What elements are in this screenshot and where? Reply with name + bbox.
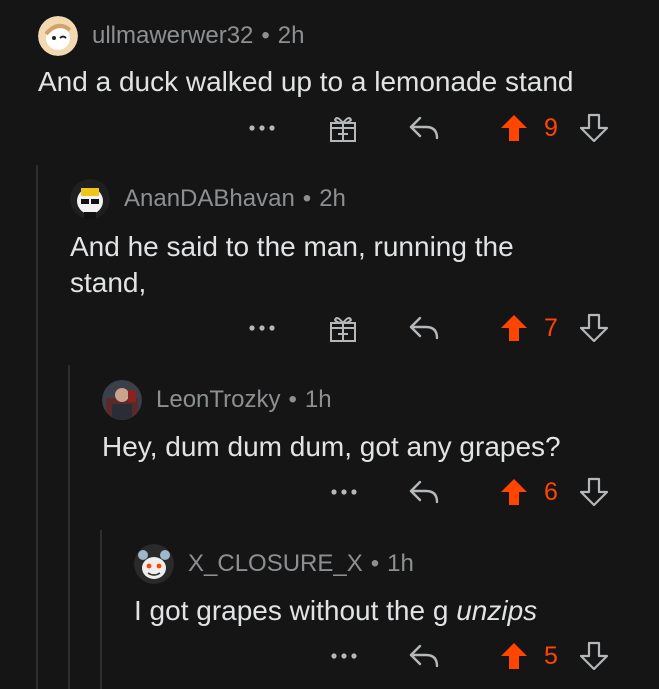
downvote-button[interactable] [578,311,610,345]
comment-meta: ullmawerwer32 • 2h [92,22,305,50]
comment-body: And he said to the man, running the stan… [70,229,570,301]
comment-actions: 9 [0,111,659,145]
downvote-icon [580,113,608,143]
avatar[interactable] [134,544,174,584]
avatar[interactable] [38,16,78,56]
upvote-button[interactable] [498,311,530,345]
timestamp: 2h [319,185,346,212]
comment-body: And a duck walked up to a lemonade stand [38,64,638,100]
award-button[interactable] [326,311,360,345]
comment-meta: X_CLOSURE_X • 1h [188,550,414,578]
comment-text: And a duck walked up to a lemonade stand [38,66,574,97]
downvote-icon [580,641,608,671]
more-button[interactable] [326,639,362,673]
timestamp: 1h [387,550,414,577]
award-icon [330,117,356,142]
comment-text: And he said to the man, running the stan… [70,231,514,298]
more-button[interactable] [244,111,280,145]
timestamp: 2h [277,22,305,49]
comment-meta: LeonTrozky • 1h [156,386,332,414]
reply-button[interactable] [406,311,442,345]
vote-score: 9 [544,114,558,142]
more-icon [249,325,275,331]
award-icon [330,317,356,342]
upvote-button[interactable] [498,475,530,509]
vote-score: 6 [544,478,558,506]
comment-header: LeonTrozky • 1h [102,380,332,420]
username[interactable]: AnanDABhavan [124,185,295,212]
username[interactable]: LeonTrozky [156,386,281,413]
upvote-icon [501,115,527,141]
meta-separator: • [288,386,297,413]
meta-separator: • [261,22,270,49]
reply-icon [409,480,439,504]
more-icon [331,653,357,659]
more-button[interactable] [326,475,362,509]
reply-button[interactable] [406,111,442,145]
downvote-icon [580,313,608,343]
comment-actions: 6 [0,475,659,509]
timestamp: 1h [304,386,332,413]
comment-header: ullmawerwer32 • 2h [38,16,305,56]
comment-text: I got grapes without the g [134,595,457,626]
award-button[interactable] [326,111,360,145]
comment-header: AnanDABhavan • 2h [70,179,346,219]
downvote-button[interactable] [578,111,610,145]
username[interactable]: X_CLOSURE_X [188,550,363,577]
comment-actions: 5 [0,639,659,673]
comment-meta: AnanDABhavan • 2h [124,185,346,213]
comment-body: Hey, dum dum dum, got any grapes? [102,429,642,465]
more-icon [331,489,357,495]
upvote-icon [501,315,527,341]
meta-separator: • [370,550,380,577]
reply-icon [409,316,439,340]
upvote-icon [501,479,527,505]
avatar[interactable] [102,380,142,420]
reply-icon [409,644,439,668]
avatar[interactable] [70,179,110,219]
comment-text: Hey, dum dum dum, got any grapes? [102,431,561,462]
comment-text-italic: unzips [456,595,538,626]
downvote-button[interactable] [578,475,610,509]
reply-icon [409,116,439,140]
comment-body: I got grapes without the g unzips [134,593,644,629]
upvote-button[interactable] [498,639,530,673]
upvote-button[interactable] [498,111,530,145]
vote-score: 7 [544,314,558,342]
vote-score: 5 [544,642,558,670]
reply-button[interactable] [406,639,442,673]
more-icon [249,125,275,131]
thread-line-level-1[interactable] [36,165,38,689]
downvote-icon [580,477,608,507]
upvote-icon [501,643,527,669]
username[interactable]: ullmawerwer32 [92,22,253,49]
meta-separator: • [302,185,312,212]
downvote-button[interactable] [578,639,610,673]
more-button[interactable] [244,311,280,345]
comment-header: X_CLOSURE_X • 1h [134,544,414,584]
reply-button[interactable] [406,475,442,509]
comment-actions: 7 [0,311,659,345]
